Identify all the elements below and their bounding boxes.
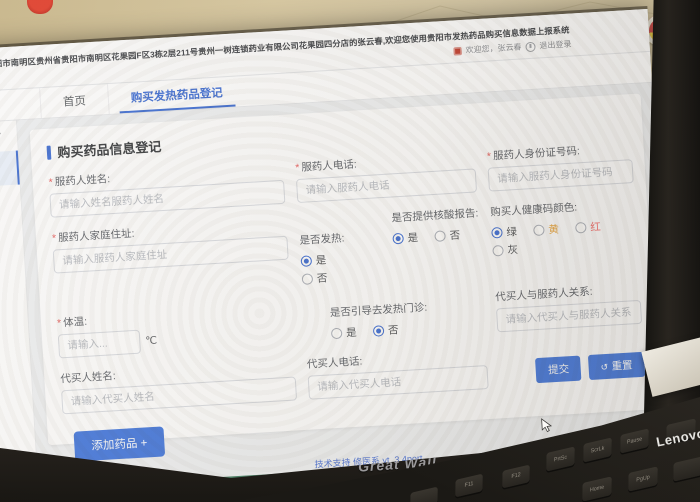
logout-icon [525,41,536,52]
required-mark: * [295,162,300,174]
form-grid: *服药人姓名: *服药人电话: *服药人身份证号码: [48,140,645,414]
logout-link[interactable]: 退出登录 [539,39,572,52]
tab-home[interactable]: 首页 [39,84,109,118]
field-buyer-relation: 代买人与服药人关系: [495,281,642,333]
temperature-input[interactable] [58,330,141,359]
key-pause: Pause [620,428,649,453]
submit-button[interactable]: 提交 [535,356,581,384]
field-patient-phone: *服药人电话: [295,149,477,203]
red-sticker [27,0,53,14]
required-mark: * [48,177,53,189]
form-card: 购买药品信息登记 *服药人姓名: *服药人电话: [30,94,660,446]
field-buyer-phone: 代买人电话: [307,346,489,400]
health-gray-radio[interactable] [492,245,504,257]
radio-group-nucleic: 是否提供核酸报告: 是 否 [391,205,480,247]
fever-no-radio[interactable] [302,273,314,285]
web-app: 贵阳市南明区贵州省贵阳市南明区花果园F区3栋2层211号贵州一树连锁药业有限公司… [0,9,675,502]
field-buyer-name: 代买人姓名: [60,357,297,414]
radio-group-fever: 是否发热: 是 否 [299,228,379,287]
key-f11: F11 [455,474,483,498]
mouse-cursor [541,417,554,434]
temperature-unit: ℃ [145,335,157,348]
add-drug-button[interactable]: 添加药品 + [74,426,166,461]
field-patient-id: *服药人身份证号码: [486,140,633,192]
fever-yes-radio[interactable] [301,255,313,267]
sidebar-item-records[interactable]: 记录 [0,184,22,223]
key-blank [410,487,438,502]
reset-button[interactable]: ↻重置 [588,352,645,380]
key-prtsc: PrtSc [546,446,575,471]
field-temperature: *体温: ℃ [57,302,294,359]
required-mark: * [57,317,62,329]
buyer-relation-input[interactable] [496,300,642,333]
key-scrlk: ScrLk [583,437,612,462]
patient-id-input[interactable] [488,159,634,192]
nucleic-yes-radio[interactable] [392,233,404,245]
required-mark: * [52,232,57,244]
field-patient-address: *服药人家庭住址: [52,217,291,303]
key-home: Home [582,476,612,501]
notice-icon [453,47,461,55]
photo-scene: 贵阳市南明区贵州省贵阳市南明区花果园F区3栋2层211号贵州一树连锁药业有限公司… [0,0,700,502]
health-green-radio[interactable] [491,227,503,239]
main-panel: 购买药品信息登记 *服药人姓名: *服药人电话: [17,83,674,490]
radio-group-guide: 是否引导去发热门诊: 是 否 [303,290,485,344]
title-bar-icon [47,145,51,159]
nucleic-no-radio[interactable] [434,230,446,242]
health-red-radio[interactable] [575,222,587,234]
radio-group-health-code: 购买人健康码颜色: 绿 黄 红 灰 [490,196,639,276]
patient-phone-input[interactable] [296,168,477,203]
fever-nucleic-cell: 是否发热: 是 否 是否提供核酸报告: 是 否 [298,205,482,288]
chevron-down-icon[interactable]: ▾ [0,130,1,141]
form-actions: 提交 ↻重置 [498,337,645,389]
key-blank [673,456,700,481]
welcome-user: 欢迎您，张云春 [465,41,522,55]
required-mark: * [487,150,492,162]
key-pgup: PgUp [628,466,658,491]
guide-yes-radio[interactable] [331,328,343,340]
key-f12: F12 [502,465,530,489]
monitor-screen: 贵阳市南明区贵州省贵阳市南明区花果园F区3栋2层211号贵州一树连锁药业有限公司… [0,9,675,502]
guide-no-radio[interactable] [373,325,385,337]
buyer-phone-input[interactable] [308,365,489,400]
health-yellow-radio[interactable] [533,224,545,236]
field-patient-name: *服药人姓名: [48,161,285,218]
refresh-icon: ↻ [601,362,609,373]
